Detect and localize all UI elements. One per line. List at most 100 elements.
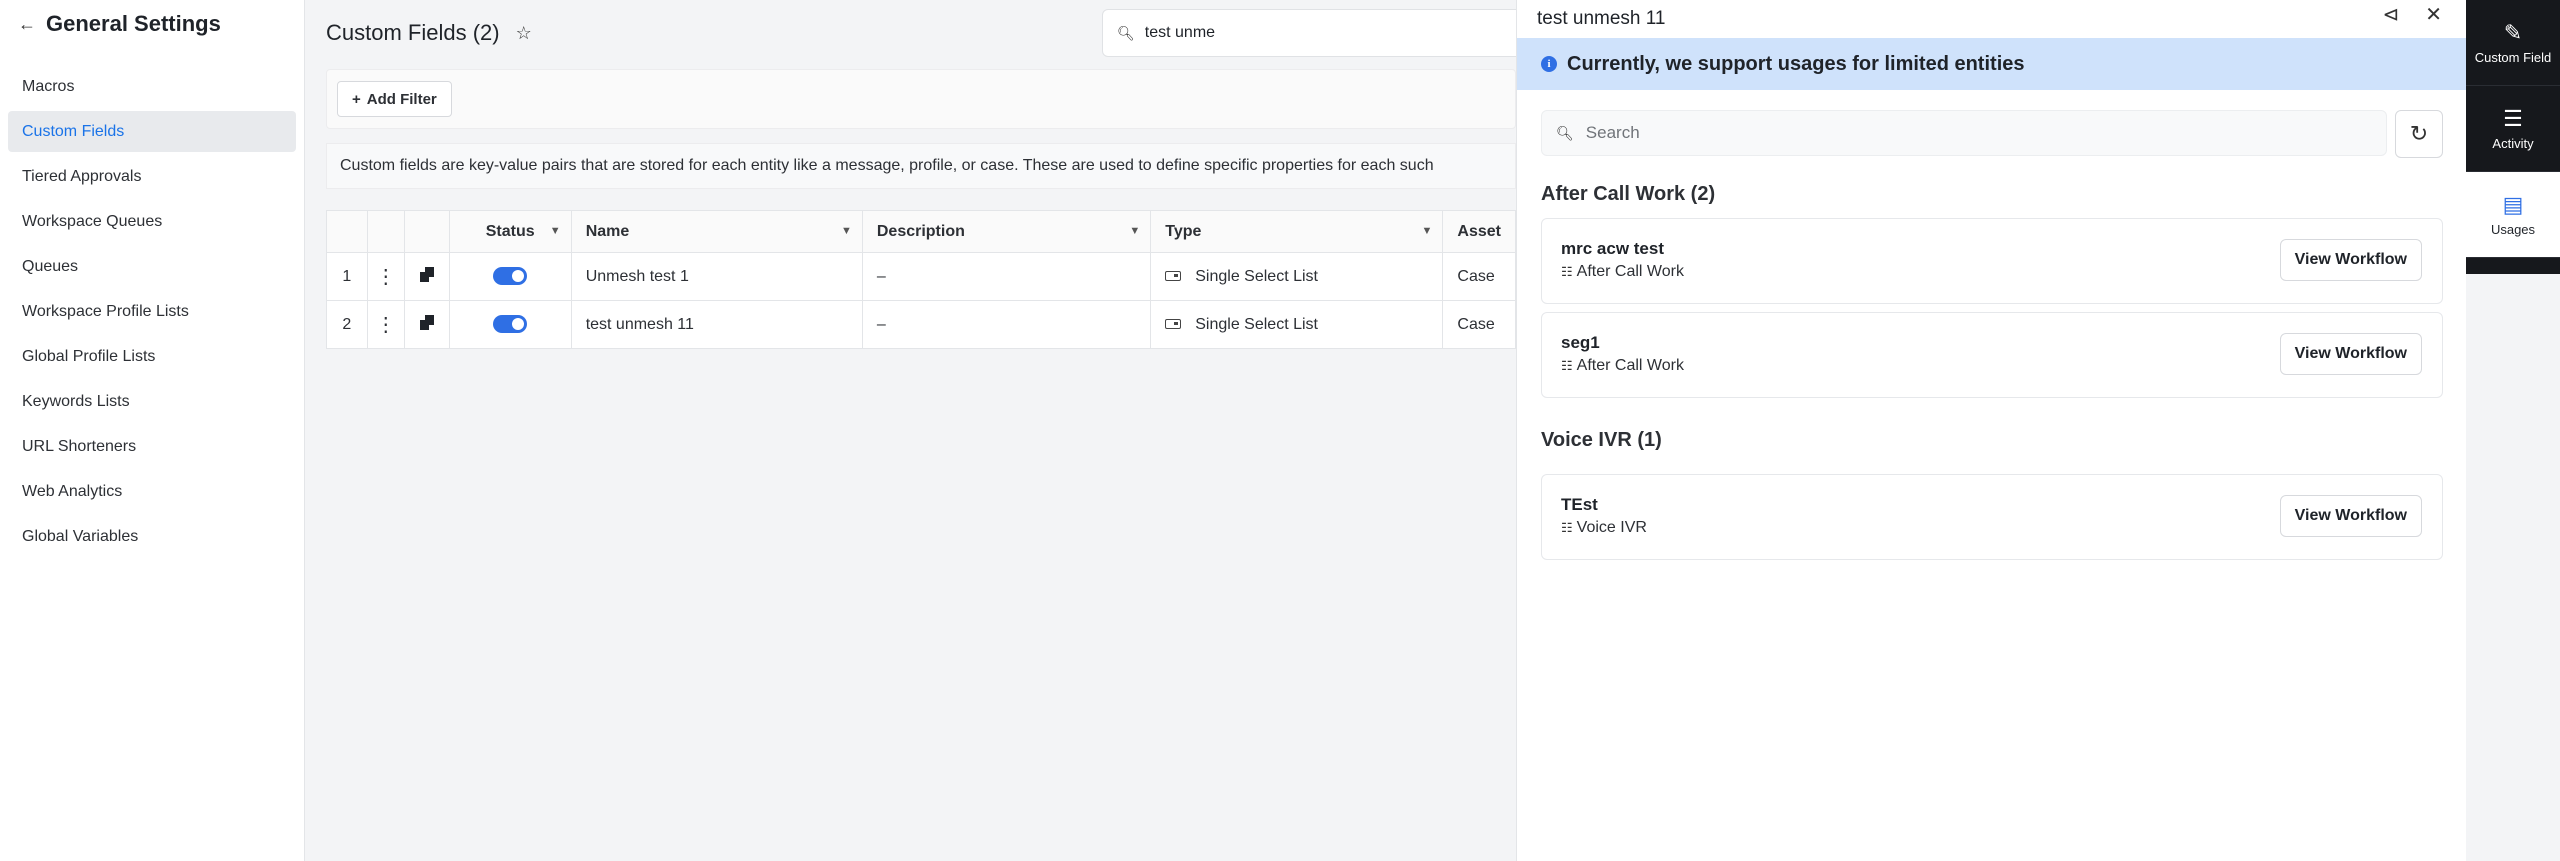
workflow-icon: ☷ <box>1561 520 1573 535</box>
icon-header <box>403 210 450 253</box>
asset-header-label: Asset <box>1457 222 1501 240</box>
settings-sidebar: ← General Settings Macros Custom Fields … <box>0 0 305 861</box>
rail-item-activity[interactable]: ☰ Activity <box>2466 86 2560 172</box>
sidebar-item-workspace-profile-lists[interactable]: Workspace Profile Lists <box>8 291 296 332</box>
row-index: 2 <box>326 300 368 349</box>
main-content: Custom Fields (2) ☆ 🔍︎ + Add Filter Cust… <box>305 0 1522 861</box>
usages-panel: test unmesh 11 ⊲ ✕ i Currently, we suppo… <box>1516 0 2466 861</box>
field-description: – <box>861 252 1152 301</box>
field-name[interactable]: test unmesh 11 <box>570 300 863 349</box>
usage-card: TEst ☷ Voice IVR View Workflow <box>1541 474 2443 560</box>
usages-icon: ▤ <box>2502 192 2524 217</box>
sidebar-item-workspace-queues[interactable]: Workspace Queues <box>8 201 296 242</box>
panel-actions: ⊲ ✕ <box>2382 0 2442 28</box>
sort-caret-icon[interactable]: ▼ <box>1129 225 1140 237</box>
close-icon[interactable]: ✕ <box>2425 2 2442 27</box>
view-workflow-button[interactable]: View Workflow <box>2279 239 2422 281</box>
share-icon[interactable]: ⊲ <box>2382 2 2399 27</box>
section-title-after-call-work: After Call Work (2) <box>1541 183 1716 205</box>
usage-name: TEst <box>1561 495 1598 514</box>
info-text: Custom fields are key-value pairs that a… <box>326 143 1516 189</box>
usage-card: mrc acw test ☷ After Call Work View Workf… <box>1541 218 2443 304</box>
sidebar-item-custom-fields[interactable]: Custom Fields <box>8 111 296 152</box>
table-header-row: Status ▼ Name ▼ Description ▼ Type ▼ Asset <box>326 210 1516 253</box>
field-type: Single Select List <box>1195 267 1318 285</box>
column-header-name[interactable]: Name ▼ <box>570 210 863 253</box>
add-filter-button[interactable]: + Add Filter <box>337 81 452 117</box>
copy-icon[interactable] <box>418 267 435 283</box>
search-input[interactable] <box>1144 24 1445 42</box>
field-asset: Case <box>1442 252 1516 301</box>
panel-search-row: 🔍︎ ↻ <box>1517 90 2466 176</box>
rail-label: Activity <box>2492 136 2534 151</box>
sort-caret-icon[interactable]: ▼ <box>550 225 561 237</box>
rail-item-usages[interactable]: ▤ Usages <box>2466 172 2560 258</box>
usage-name: seg1 <box>1561 333 1600 352</box>
usage-type-label: Voice IVR <box>1576 519 1647 536</box>
table-row[interactable]: 1 ⋮ Unmesh test 1 – Single Select List C… <box>326 252 1516 301</box>
more-options-icon[interactable]: ⋮ <box>366 300 405 349</box>
refresh-icon: ↻ <box>2409 121 2429 146</box>
sidebar-nav: Macros Custom Fields Tiered Approvals Wo… <box>0 66 304 557</box>
column-header-asset[interactable]: Asset <box>1442 210 1516 253</box>
activity-icon: ☰ <box>2503 106 2523 131</box>
page-title: Custom Fields (2) <box>326 20 500 45</box>
workflow-icon: ☷ <box>1561 358 1573 373</box>
more-options-icon[interactable]: ⋮ <box>366 252 405 301</box>
usage-type-label: After Call Work <box>1576 357 1684 374</box>
status-toggle[interactable] <box>493 315 528 334</box>
actions-header <box>366 210 405 253</box>
star-icon[interactable]: ☆ <box>516 23 532 44</box>
usages-notice: i Currently, we support usages for limit… <box>1517 38 2466 90</box>
status-header-label: Status <box>485 222 535 240</box>
right-rail: ✎ Custom Field ☰ Activity ▤ Usages <box>2466 0 2560 274</box>
sort-caret-icon[interactable]: ▼ <box>841 225 852 237</box>
panel-header: test unmesh 11 ⊲ ✕ <box>1517 0 2466 38</box>
row-index: 1 <box>326 252 368 301</box>
usage-type-label: After Call Work <box>1576 263 1684 280</box>
page-header: Custom Fields (2) ☆ 🔍︎ <box>305 0 1522 66</box>
plus-icon: + <box>352 90 361 108</box>
filter-bar: + Add Filter <box>326 69 1516 129</box>
type-header-label: Type <box>1165 222 1202 240</box>
notice-text: Currently, we support usages for limited… <box>1567 52 2025 75</box>
rail-item-custom-field[interactable]: ✎ Custom Field <box>2466 0 2560 86</box>
panel-title: test unmesh 11 <box>1537 8 1666 29</box>
sidebar-item-url-shorteners[interactable]: URL Shorteners <box>8 426 296 467</box>
column-header-type[interactable]: Type ▼ <box>1150 210 1444 253</box>
sidebar-item-keywords-lists[interactable]: Keywords Lists <box>8 381 296 422</box>
sidebar-item-macros[interactable]: Macros <box>8 66 296 107</box>
rail-label: Custom Field <box>2474 50 2552 65</box>
edit-icon: ✎ <box>2503 20 2523 45</box>
sidebar-item-web-analytics[interactable]: Web Analytics <box>8 471 296 512</box>
view-workflow-button[interactable]: View Workflow <box>2279 333 2422 375</box>
workflow-icon: ☷ <box>1561 264 1573 279</box>
field-description: – <box>861 300 1152 349</box>
search-box: 🔍︎ <box>1102 9 1522 57</box>
view-workflow-button[interactable]: View Workflow <box>2279 495 2422 537</box>
back-arrow-icon[interactable]: ← <box>18 14 46 35</box>
select-list-icon <box>1165 319 1182 330</box>
field-type: Single Select List <box>1195 315 1318 333</box>
status-toggle[interactable] <box>493 267 528 286</box>
sidebar-item-global-variables[interactable]: Global Variables <box>8 516 296 557</box>
usage-type: ☷ After Call Work <box>1561 263 1684 281</box>
field-name[interactable]: Unmesh test 1 <box>570 252 863 301</box>
info-icon: i <box>1541 56 1557 72</box>
sort-caret-icon[interactable]: ▼ <box>1422 225 1433 237</box>
custom-fields-table: Status ▼ Name ▼ Description ▼ Type ▼ Asset 1… <box>326 210 1516 349</box>
sidebar-item-global-profile-lists[interactable]: Global Profile Lists <box>8 336 296 377</box>
search-icon: 🔍︎ <box>1117 24 1135 41</box>
sidebar-item-tiered-approvals[interactable]: Tiered Approvals <box>8 156 296 197</box>
search-icon: 🔍︎ <box>1556 124 1574 141</box>
section-title-voice-ivr: Voice IVR (1) <box>1541 429 1662 451</box>
table-row[interactable]: 2 ⋮ test unmesh 11 – Single Select List … <box>326 300 1516 349</box>
column-header-status[interactable]: Status ▼ <box>448 210 572 253</box>
sidebar-item-queues[interactable]: Queues <box>8 246 296 287</box>
copy-icon[interactable] <box>418 315 435 331</box>
refresh-button[interactable]: ↻ <box>2395 110 2443 158</box>
sidebar-header: ← General Settings <box>0 0 304 48</box>
usages-search-input[interactable] <box>1585 123 2286 143</box>
column-header-description[interactable]: Description ▼ <box>861 210 1152 253</box>
usage-name: mrc acw test <box>1561 239 1664 258</box>
